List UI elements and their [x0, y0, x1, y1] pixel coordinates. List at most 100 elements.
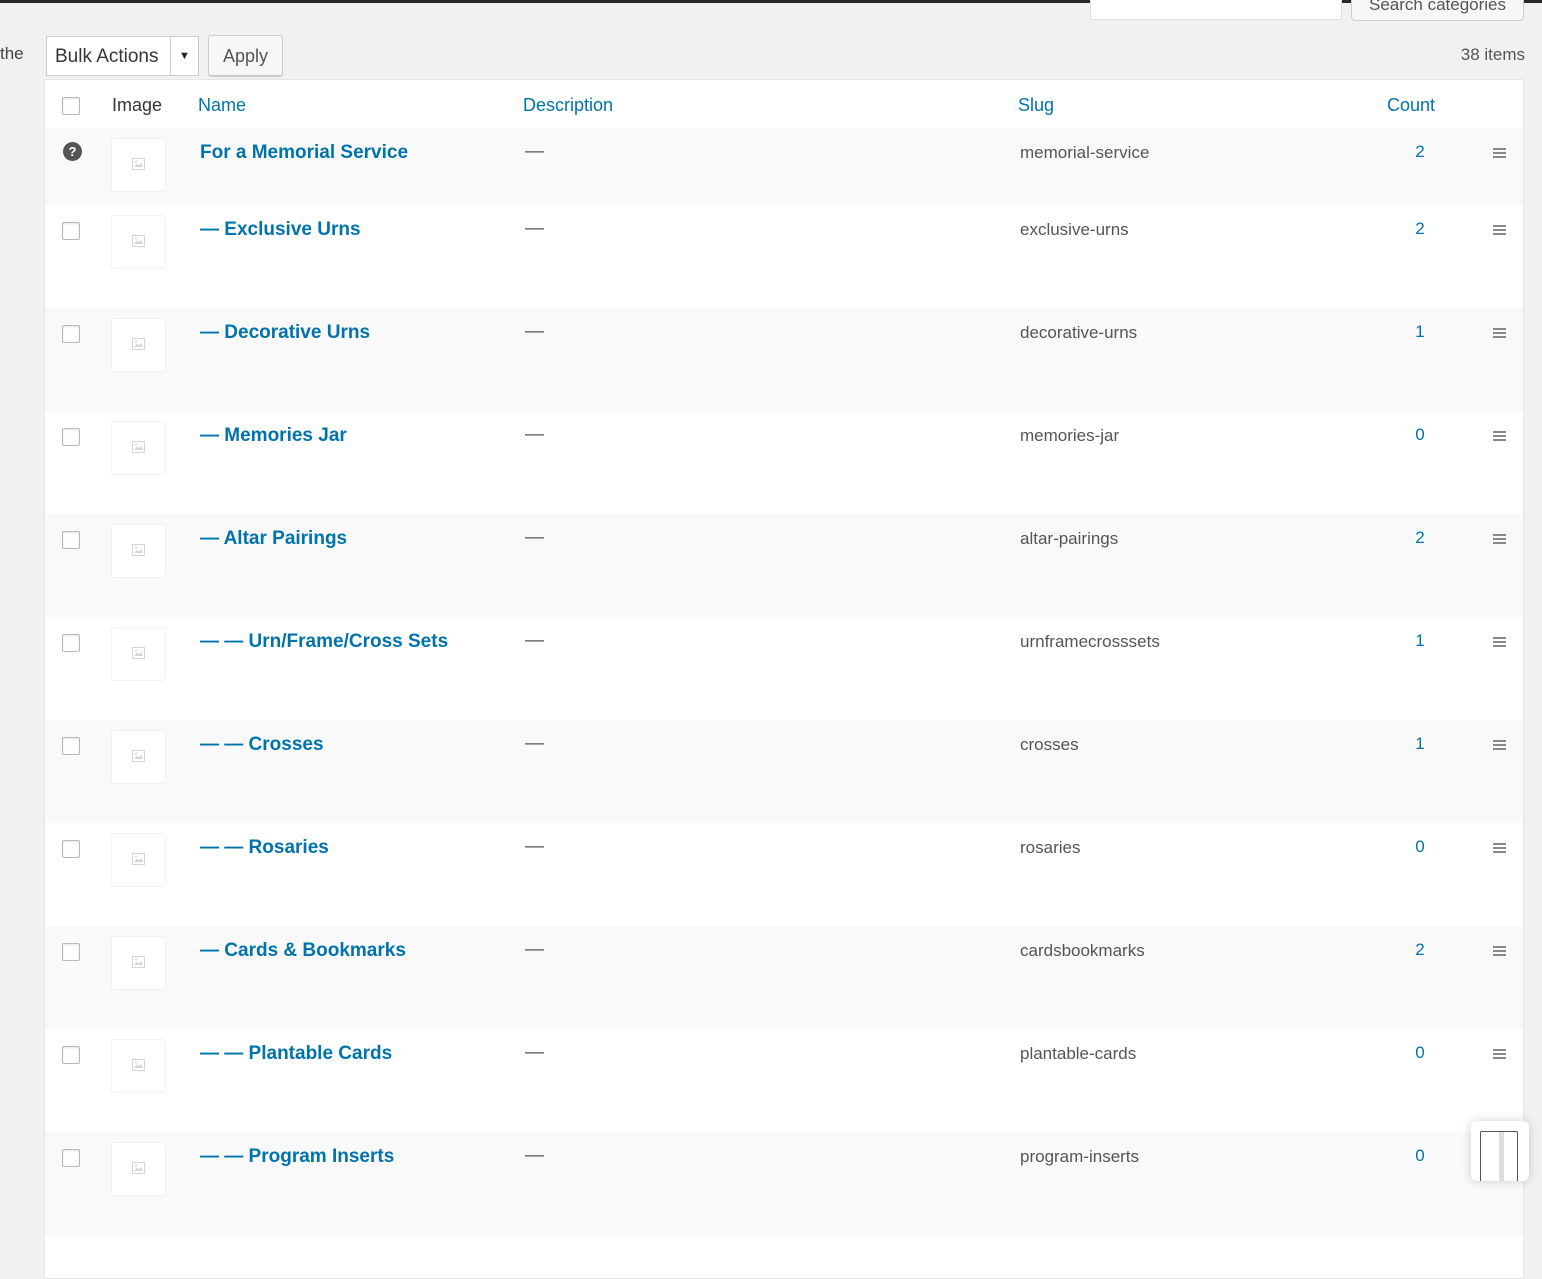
truncated-description-text: the	[0, 44, 24, 63]
category-description: —	[525, 1042, 544, 1063]
category-count-link[interactable]: 1	[1405, 734, 1435, 754]
row-checkbox[interactable]	[62, 1149, 80, 1167]
table-row: — — Program Inserts — program-inserts 0	[45, 1132, 1523, 1235]
category-name-link[interactable]: — Decorative Urns	[200, 322, 370, 344]
table-row: — Cards & Bookmarks — cardsbookmarks 2	[45, 926, 1523, 1029]
row-checkbox[interactable]	[62, 634, 80, 652]
drag-handle-icon[interactable]	[1493, 534, 1506, 544]
category-description: —	[525, 141, 544, 162]
row-checkbox[interactable]	[62, 222, 80, 240]
search-categories-input[interactable]	[1090, 0, 1342, 20]
category-count-link[interactable]: 2	[1405, 940, 1435, 960]
category-name-link[interactable]: — — Rosaries	[200, 837, 329, 859]
select-all-checkbox[interactable]	[62, 97, 80, 115]
category-name-link[interactable]: — — Plantable Cards	[200, 1043, 392, 1065]
category-count-link[interactable]: 2	[1405, 528, 1435, 548]
row-checkbox[interactable]	[62, 428, 80, 446]
row-checkbox[interactable]	[62, 325, 80, 343]
category-count-link[interactable]: 2	[1405, 219, 1435, 239]
category-count-link[interactable]: 0	[1405, 1146, 1435, 1166]
drag-handle-icon[interactable]	[1493, 740, 1506, 750]
category-thumbnail	[112, 422, 165, 474]
category-description: —	[525, 733, 544, 754]
category-slug: exclusive-urns	[1020, 220, 1129, 239]
category-thumbnail	[112, 731, 165, 783]
column-description-sort[interactable]: Description	[523, 95, 613, 116]
row-checkbox[interactable]	[62, 737, 80, 755]
category-count-link[interactable]: 1	[1405, 631, 1435, 651]
category-description: —	[525, 1145, 544, 1166]
category-thumbnail	[112, 1143, 165, 1195]
search-categories-button[interactable]: Search categories	[1351, 0, 1524, 21]
category-name-link[interactable]: — Cards & Bookmarks	[200, 940, 406, 962]
corner-widget[interactable]	[1471, 1121, 1529, 1181]
category-slug: rosaries	[1020, 838, 1081, 857]
drag-handle-icon[interactable]	[1493, 1049, 1506, 1059]
category-thumbnail	[112, 525, 165, 577]
table-row: — Memories Jar — memories-jar 0	[45, 411, 1523, 514]
category-slug: memorial-service	[1020, 143, 1150, 162]
bulk-actions-selected-label: Bulk Actions	[55, 46, 159, 67]
category-thumbnail	[112, 834, 165, 886]
category-name-link[interactable]: For a Memorial Service	[200, 142, 408, 164]
category-description: —	[525, 527, 544, 548]
category-slug: urnframecrosssets	[1020, 632, 1160, 651]
apply-button[interactable]: Apply	[208, 35, 283, 76]
drag-handle-icon[interactable]	[1493, 148, 1506, 158]
category-thumbnail	[112, 1040, 165, 1092]
category-slug: program-inserts	[1020, 1147, 1140, 1166]
items-count: 38 items	[1460, 45, 1525, 64]
category-name-link[interactable]: — Altar Pairings	[200, 528, 347, 550]
categories-table: Image Name Description Slug Count ? For a…	[44, 79, 1524, 1279]
category-name-link[interactable]: — Exclusive Urns	[200, 219, 361, 241]
category-thumbnail	[112, 139, 165, 191]
table-row: — Exclusive Urns — exclusive-urns 2	[45, 205, 1523, 308]
category-slug: cardsbookmarks	[1020, 941, 1145, 960]
drag-handle-icon[interactable]	[1493, 843, 1506, 853]
category-count-link[interactable]: 0	[1405, 837, 1435, 857]
table-row: — Altar Pairings — altar-pairings 2	[45, 514, 1523, 617]
drag-handle-icon[interactable]	[1493, 946, 1506, 956]
column-image: Image	[112, 95, 163, 115]
category-name-link[interactable]: — — Crosses	[200, 734, 324, 756]
category-description: —	[525, 218, 544, 239]
category-thumbnail	[112, 216, 165, 268]
category-description: —	[525, 424, 544, 445]
drag-handle-icon[interactable]	[1493, 328, 1506, 338]
table-row: — — Rosaries — rosaries 0	[45, 823, 1523, 926]
category-slug: memories-jar	[1020, 426, 1120, 445]
category-description: —	[525, 630, 544, 651]
row-checkbox[interactable]	[62, 943, 80, 961]
category-description: —	[525, 836, 544, 857]
column-count-sort[interactable]: Count	[1387, 95, 1435, 116]
category-thumbnail	[112, 937, 165, 989]
bulk-actions-select[interactable]: Bulk Actions ▼	[46, 36, 199, 76]
category-count-link[interactable]: 0	[1405, 1043, 1435, 1063]
category-thumbnail	[112, 319, 165, 371]
category-slug: plantable-cards	[1020, 1044, 1137, 1063]
category-description: —	[525, 321, 544, 342]
table-header: Image Name Description Slug Count	[45, 80, 1523, 129]
help-icon[interactable]: ?	[63, 142, 82, 161]
category-name-link[interactable]: — — Program Inserts	[200, 1146, 394, 1168]
category-count-link[interactable]: 0	[1405, 425, 1435, 445]
dropdown-arrow-icon: ▼	[170, 37, 198, 75]
table-row: — — Crosses — crosses 1	[45, 720, 1523, 823]
category-slug: crosses	[1020, 735, 1079, 754]
drag-handle-icon[interactable]	[1493, 431, 1506, 441]
row-checkbox[interactable]	[62, 1046, 80, 1064]
row-checkbox[interactable]	[62, 531, 80, 549]
table-row: ? For a Memorial Service — memorial-service…	[45, 128, 1523, 205]
column-name-sort[interactable]: Name	[198, 95, 246, 116]
category-slug: decorative-urns	[1020, 323, 1138, 342]
category-count-link[interactable]: 1	[1405, 322, 1435, 342]
drag-handle-icon[interactable]	[1493, 637, 1506, 647]
category-name-link[interactable]: — — Urn/Frame/Cross Sets	[200, 631, 448, 653]
category-count-link[interactable]: 2	[1405, 142, 1435, 162]
category-thumbnail	[112, 628, 165, 680]
row-checkbox[interactable]	[62, 840, 80, 858]
category-description: —	[525, 939, 544, 960]
drag-handle-icon[interactable]	[1493, 225, 1506, 235]
column-slug-sort[interactable]: Slug	[1018, 95, 1054, 116]
category-name-link[interactable]: — Memories Jar	[200, 425, 347, 447]
